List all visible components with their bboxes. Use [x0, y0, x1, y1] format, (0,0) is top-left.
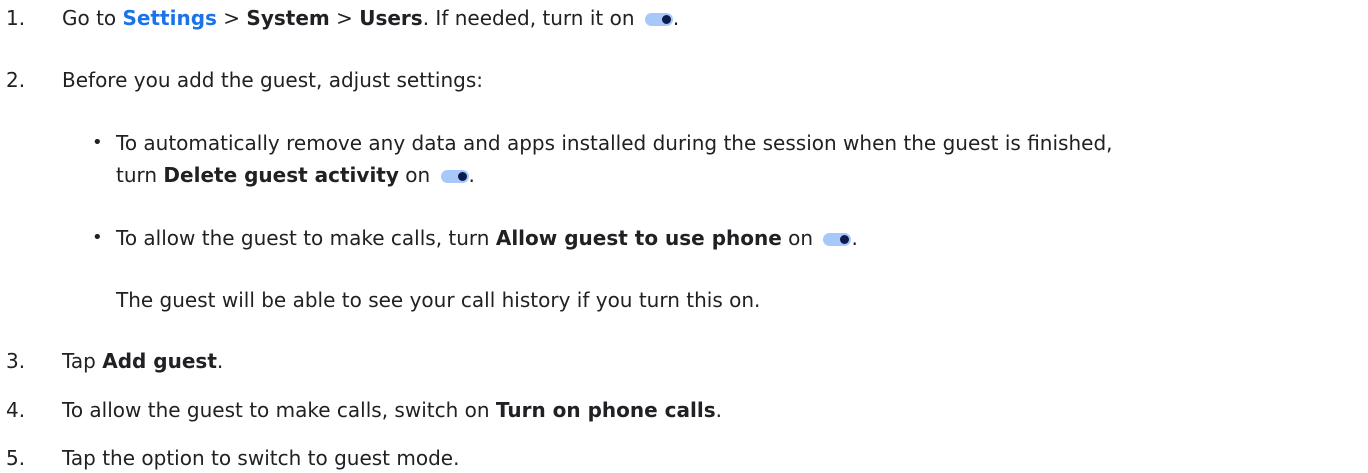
- instructions: 1. Go to Settings > System > Users. If n…: [0, 0, 1368, 473]
- bold-text: Delete guest activity: [163, 163, 399, 187]
- text: .: [851, 226, 858, 250]
- text: .: [216, 349, 224, 373]
- text: Tap: [62, 349, 103, 373]
- text: on: [398, 163, 437, 187]
- toggle-on-icon: [823, 233, 852, 246]
- bullet-text: turn Delete guest activity on .: [116, 163, 475, 187]
- bullet-text: To allow the guest to make calls, turn A…: [116, 226, 858, 250]
- step-number: 3.: [6, 349, 26, 373]
- bullet-icon: •: [92, 227, 103, 248]
- step-text: Before you add the guest, adjust setting…: [62, 68, 483, 92]
- step-number: 1.: [6, 6, 26, 30]
- text: To allow the guest to make calls, turn: [116, 226, 496, 250]
- text: >: [216, 6, 247, 30]
- step-text: Go to Settings > System > Users. If need…: [62, 6, 679, 30]
- text: .: [715, 398, 722, 422]
- bullet-icon: •: [92, 132, 103, 153]
- bold-text: Turn on phone calls: [495, 398, 716, 422]
- text: .: [672, 6, 680, 30]
- text: To allow the guest to make calls, switch…: [62, 398, 496, 422]
- note-text: The guest will be able to see your call …: [116, 288, 761, 312]
- text: .: [468, 163, 475, 187]
- text: Go to: [62, 6, 123, 30]
- toggle-on-icon: [644, 13, 673, 26]
- settings-link[interactable]: Settings: [123, 6, 217, 30]
- bold-text: Users: [359, 6, 423, 30]
- step-number: 4.: [6, 398, 26, 422]
- bold-text: Add guest: [102, 349, 217, 373]
- text: turn: [116, 163, 164, 187]
- text: on: [781, 226, 820, 250]
- toggle-on-icon: [440, 170, 469, 183]
- text: >: [329, 6, 360, 30]
- bullet-text: To automatically remove any data and app…: [116, 131, 1113, 155]
- text: . If needed, turn it on: [422, 6, 641, 30]
- step-text: Tap the option to switch to guest mode.: [62, 446, 460, 470]
- bold-text: System: [246, 6, 330, 30]
- step-number: 5.: [6, 446, 26, 470]
- step-number: 2.: [6, 68, 26, 92]
- step-text: To allow the guest to make calls, switch…: [62, 398, 722, 422]
- bold-text: Allow guest to use phone: [495, 226, 782, 250]
- step-text: Tap Add guest.: [62, 349, 223, 373]
